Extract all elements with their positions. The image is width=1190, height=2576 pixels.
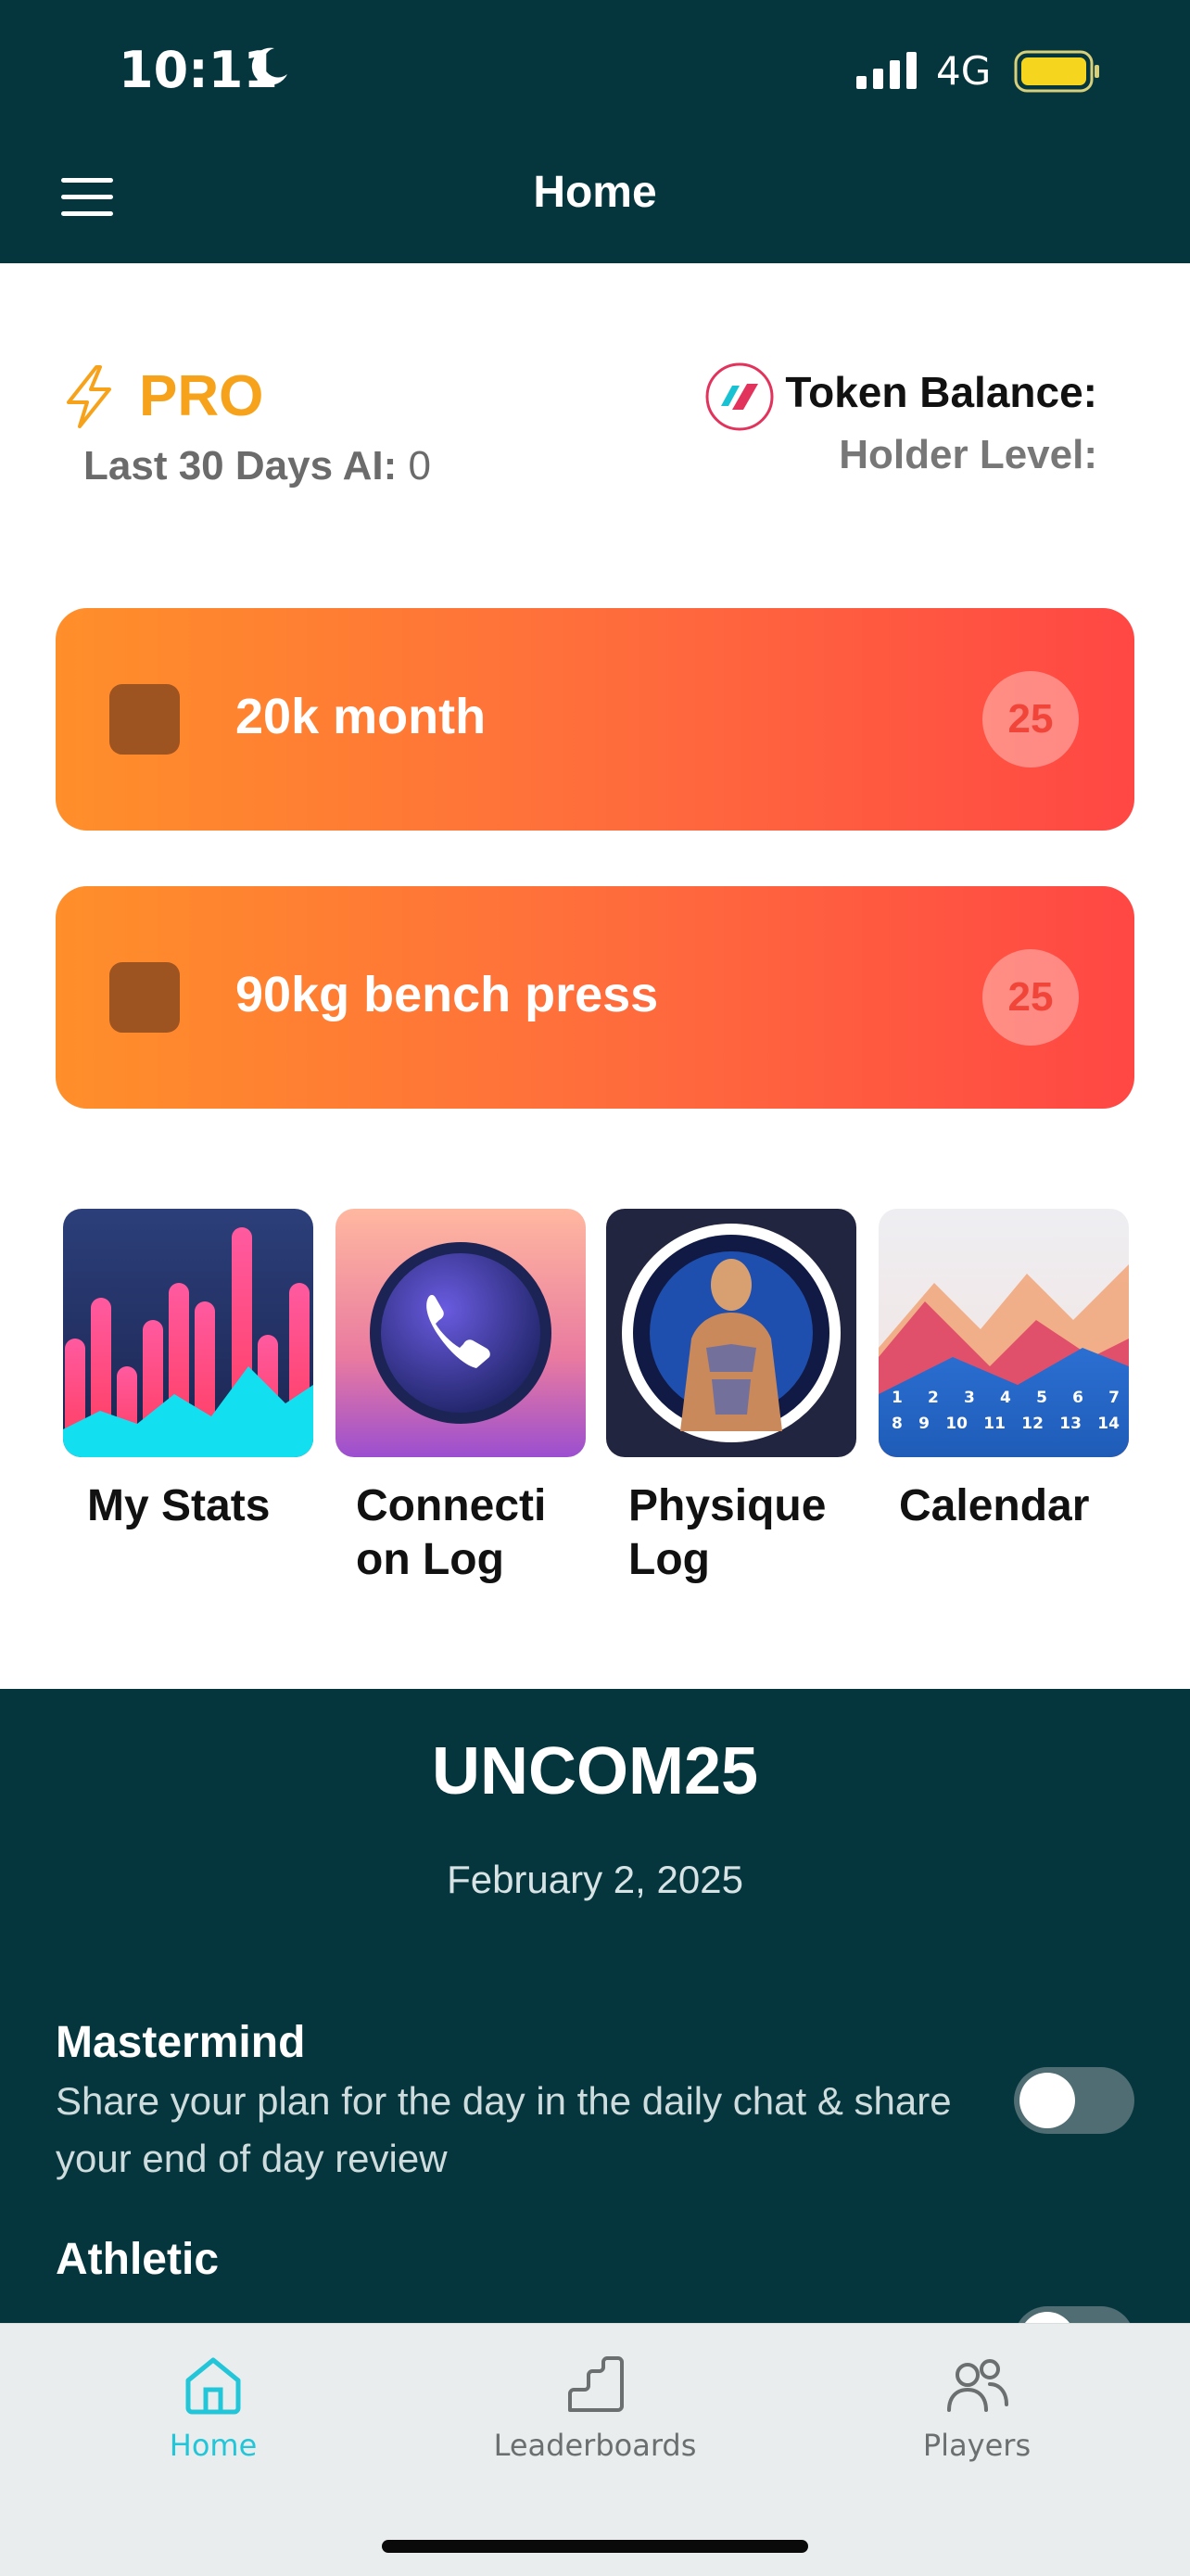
tab-home[interactable]: Home (74, 2354, 352, 2463)
tab-leaderboards-label: Leaderboards (493, 2428, 697, 2463)
challenge-title: UNCOM25 (431, 1734, 759, 1808)
calendar-day: 2 (928, 1389, 939, 1407)
pro-badge: PRO (139, 364, 264, 428)
home-icon (185, 2357, 241, 2415)
task-title: Mastermind (56, 2018, 306, 2067)
calendar-label: Calendar (899, 1481, 1090, 1530)
calendar-day: 9 (918, 1415, 930, 1433)
page-title: Home (533, 168, 657, 217)
calendar-day: 11 (983, 1415, 1006, 1433)
bar-chart-icon (63, 1209, 313, 1457)
goal-card[interactable]: 90kg bench press 25 (56, 886, 1134, 1109)
tab-players[interactable]: Players (838, 2354, 1116, 2463)
calendar-day: 4 (1000, 1389, 1011, 1407)
goal-card[interactable]: 20k month 25 (56, 608, 1134, 831)
cellular-signal-icon (856, 52, 917, 89)
calendar-day: 1 (892, 1389, 903, 1407)
battery-icon (1014, 50, 1099, 93)
network-type: 4G (936, 48, 992, 94)
tab-home-label: Home (169, 2428, 258, 2463)
my-stats-tile[interactable] (63, 1209, 313, 1457)
goal-count-badge: 25 (982, 949, 1079, 1046)
tab-leaderboards[interactable]: Leaderboards (456, 2354, 734, 2463)
calendar-day: 3 (964, 1389, 975, 1407)
calendar-day: 8 (892, 1415, 903, 1433)
home-indicator (382, 2540, 808, 2553)
token-balance-label: Token Balance: (785, 368, 1097, 416)
calendar-day: 14 (1097, 1415, 1120, 1433)
challenge-date: February 2, 2025 (447, 1858, 743, 1901)
top-bar (0, 0, 1190, 263)
goal-checkbox[interactable] (109, 684, 180, 755)
goal-label: 90kg bench press (235, 967, 659, 1022)
ai-usage: Last 30 Days AI: 0 (83, 443, 431, 489)
calendar-day: 7 (1108, 1389, 1120, 1407)
holder-level-label: Holder Level: (839, 432, 1097, 477)
task-title: Athletic (56, 2235, 220, 2284)
physique-log-label: Physique Log (628, 1481, 827, 1584)
my-stats-label: My Stats (87, 1481, 271, 1530)
token-logo-icon (705, 362, 774, 431)
calendar-days: 1 2 3 4 5 6 7 8 9 10 11 12 13 14 (892, 1389, 1120, 1433)
physique-log-tile[interactable] (606, 1209, 856, 1457)
goal-label: 20k month (235, 689, 487, 744)
calendar-day: 5 (1036, 1389, 1047, 1407)
lightning-icon (67, 365, 111, 428)
calendar-day: 6 (1072, 1389, 1083, 1407)
ai-usage-value: 0 (408, 443, 432, 489)
stairs-icon (568, 2356, 624, 2412)
toggle-knob (1019, 2073, 1075, 2128)
people-icon (947, 2359, 1008, 2412)
moon-icon (251, 47, 287, 85)
calendar-day: 10 (945, 1415, 968, 1433)
calendar-day: 12 (1021, 1415, 1044, 1433)
calendar-day: 13 (1059, 1415, 1082, 1433)
task-toggle[interactable] (1014, 2067, 1134, 2134)
tab-players-label: Players (922, 2428, 1032, 2463)
goal-checkbox[interactable] (109, 962, 180, 1033)
connection-log-label: Connecti on Log (356, 1481, 547, 1584)
goal-count-badge: 25 (982, 671, 1079, 768)
connection-log-tile[interactable] (335, 1209, 586, 1457)
phone-icon (335, 1209, 586, 1457)
task-description: Share your plan for the day in the daily… (56, 2079, 952, 2180)
physique-avatar-icon (606, 1209, 856, 1457)
calendar-tile[interactable]: 1 2 3 4 5 6 7 8 9 10 11 12 13 14 (879, 1209, 1129, 1457)
ai-usage-label: Last 30 Days AI: (83, 443, 398, 489)
